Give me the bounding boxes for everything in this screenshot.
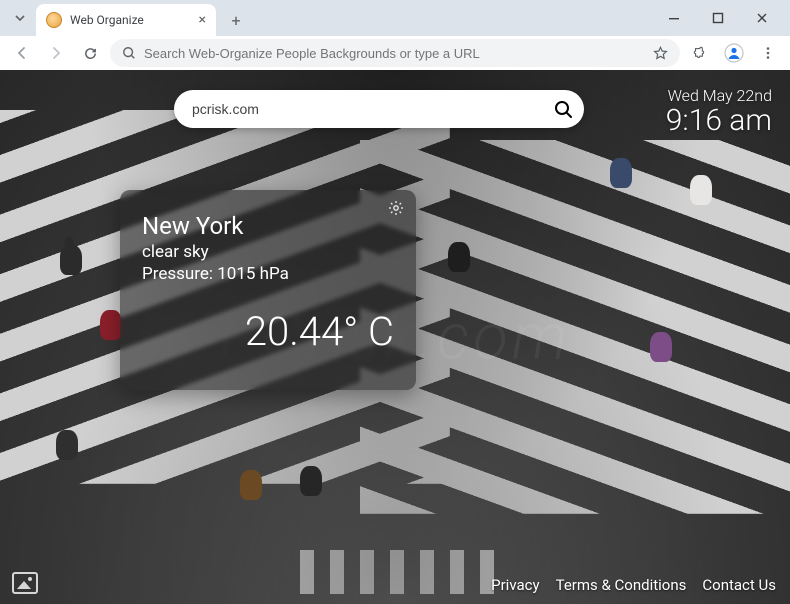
- close-icon[interactable]: ×: [199, 12, 206, 28]
- minimize-button[interactable]: [654, 4, 694, 32]
- weather-pressure: Pressure: 1015 hPa: [142, 264, 394, 284]
- forward-button[interactable]: [42, 39, 70, 67]
- tab-title: Web Organize: [70, 13, 144, 27]
- extensions-button[interactable]: [686, 39, 714, 67]
- pedestrian: [448, 242, 470, 272]
- pedestrian: [690, 175, 712, 205]
- footer-terms-link[interactable]: Terms & Conditions: [556, 576, 687, 594]
- bookmark-button[interactable]: [653, 46, 668, 61]
- pedestrian: [60, 245, 82, 275]
- footer-privacy-link[interactable]: Privacy: [491, 576, 539, 594]
- reload-icon: [83, 46, 98, 61]
- time-text: 9:16 am: [666, 103, 772, 138]
- datetime-widget: Wed May 22nd 9:16 am: [666, 86, 772, 138]
- weather-settings-button[interactable]: [388, 200, 404, 216]
- change-wallpaper-button[interactable]: [12, 572, 38, 594]
- pedestrian: [240, 470, 262, 500]
- puzzle-icon: [692, 45, 708, 61]
- maximize-icon: [712, 12, 724, 24]
- tab-search-button[interactable]: [8, 6, 32, 30]
- search-bar[interactable]: [174, 90, 584, 128]
- window-controls: [654, 4, 782, 32]
- search-input[interactable]: [192, 101, 548, 117]
- pedestrian: [650, 332, 672, 362]
- footer-links: Privacy Terms & Conditions Contact Us: [491, 576, 776, 594]
- browser-chrome: Web Organize × +: [0, 0, 790, 70]
- weather-card: New York clear sky Pressure: 1015 hPa 20…: [120, 190, 416, 390]
- newtab-content: PCrisk.com Wed May 22nd 9:16 am New York…: [0, 70, 790, 604]
- weather-temperature: 20.44° C: [142, 308, 394, 355]
- search-icon: [122, 46, 136, 60]
- reload-button[interactable]: [76, 39, 104, 67]
- menu-button[interactable]: [754, 39, 782, 67]
- toolbar: [0, 36, 790, 70]
- tab-strip: Web Organize × +: [0, 0, 790, 36]
- search-button[interactable]: [548, 94, 578, 124]
- weather-city: New York: [142, 212, 394, 240]
- close-window-button[interactable]: [742, 4, 782, 32]
- back-button[interactable]: [8, 39, 36, 67]
- maximize-button[interactable]: [698, 4, 738, 32]
- chevron-down-icon: [14, 12, 26, 24]
- pedestrian: [300, 466, 322, 496]
- pedestrian: [100, 310, 122, 340]
- pedestrian: [610, 158, 632, 188]
- new-tab-button[interactable]: +: [222, 6, 250, 34]
- gear-icon: [388, 200, 404, 216]
- arrow-right-icon: [48, 45, 64, 61]
- minimize-icon: [668, 12, 680, 24]
- magnifier-icon: [553, 99, 573, 119]
- favicon-icon: [46, 12, 62, 28]
- tab-active[interactable]: Web Organize ×: [36, 4, 216, 36]
- close-icon: [756, 12, 768, 24]
- star-icon: [653, 46, 668, 61]
- arrow-left-icon: [14, 45, 30, 61]
- kebab-icon: [761, 46, 775, 60]
- footer-contact-link[interactable]: Contact Us: [702, 576, 776, 594]
- profile-button[interactable]: [720, 39, 748, 67]
- omnibox-input[interactable]: [144, 46, 645, 61]
- pedestrian: [56, 430, 78, 460]
- profile-icon: [724, 43, 744, 63]
- weather-condition: clear sky: [142, 242, 394, 262]
- omnibox[interactable]: [110, 39, 680, 67]
